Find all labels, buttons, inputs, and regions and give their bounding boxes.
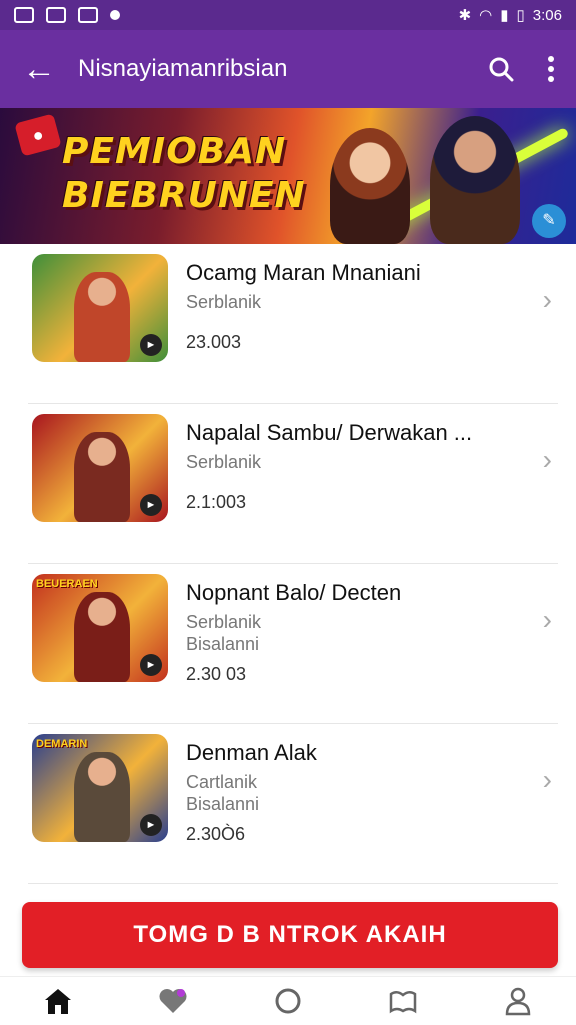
nav-profile[interactable]: [488, 977, 548, 1025]
more-menu-button[interactable]: [526, 30, 576, 108]
more-vert-icon: [548, 56, 554, 82]
item-subtitle-secondary: Bisalanni: [186, 634, 260, 654]
game-thumbnail: ►: [32, 254, 168, 362]
item-subtitle: Serblanik: [186, 452, 262, 472]
profile-icon: [506, 987, 531, 1015]
item-meta: 2.1:003: [186, 492, 247, 512]
thumbnail-caption: BEUERAEN: [36, 578, 98, 590]
cta-area: TOMG D B NTROK AKAIH: [0, 892, 576, 976]
banner-title-line1: PEMIOBAN: [62, 131, 287, 172]
search-icon: [489, 57, 514, 82]
thumbnail-figure: [74, 752, 130, 842]
hero-character-illustration: [430, 116, 520, 244]
item-subtitle: Cartlanik: [186, 772, 258, 792]
notification-dot-icon: [110, 10, 120, 20]
nav-favorites[interactable]: [143, 977, 203, 1025]
bluetooth-icon: ✱: [458, 7, 472, 24]
search-button[interactable]: [476, 30, 526, 108]
badge-icon: ●: [14, 113, 62, 157]
play-icon: ►: [140, 654, 162, 676]
app-bar: ← Nisnayiamanribsian: [0, 30, 576, 108]
chevron-right-icon: ›: [542, 764, 552, 795]
nav-home[interactable]: [28, 977, 88, 1025]
item-subtitle: Serblanik: [186, 292, 262, 312]
item-subtitle-secondary: Bisalanni: [186, 794, 260, 814]
wifi-icon: ◠: [479, 7, 493, 24]
play-icon: ►: [140, 814, 162, 836]
gallery-icon: [14, 7, 34, 23]
status-bar: ✱ ◠ ▮ ▯ 3:06: [0, 0, 576, 30]
primary-cta-button[interactable]: TOMG D B NTROK AKAIH: [22, 902, 558, 968]
status-right: ✱ ◠ ▮ ▯ 3:06: [458, 6, 562, 25]
game-thumbnail: BEUERAEN ►: [32, 574, 168, 682]
promo-banner[interactable]: ● PEMIOBAN BIEBRUNEN ✎: [0, 108, 576, 244]
item-title: Napalal Sambu/ Derwakan ...: [186, 420, 473, 445]
play-icon: ►: [140, 494, 162, 516]
item-title: Denman Alak: [186, 740, 317, 765]
battery-icon: ▯: [516, 7, 525, 24]
status-left: [14, 7, 120, 23]
list-item[interactable]: ► Ocamg Maran Mnaniani Serblanik 23.003 …: [28, 244, 558, 404]
item-meta: 2.30 03: [186, 664, 247, 684]
status-time: 3:06: [532, 6, 562, 24]
thumbnail-caption: DEMARIN: [36, 738, 88, 750]
item-title: Ocamg Maran Mnaniani: [186, 260, 421, 285]
banner-title-line2: BIEBRUNEN: [62, 175, 306, 216]
nav-library[interactable]: [373, 977, 433, 1025]
game-thumbnail: ►: [32, 414, 168, 522]
book-icon: [389, 990, 417, 1013]
list-item[interactable]: ► Napalal Sambu/ Derwakan ... Serblanik …: [28, 404, 558, 564]
chevron-right-icon: ›: [542, 604, 552, 635]
list-item[interactable]: DEMARIN ► Denman Alak Cartlanik Bisalann…: [28, 724, 558, 884]
banner-title: PEMIOBAN BIEBRUNEN: [62, 130, 306, 218]
chevron-right-icon: ›: [542, 284, 552, 315]
share-icon[interactable]: ✎: [532, 204, 566, 238]
game-list: ► Ocamg Maran Mnaniani Serblanik 23.003 …: [0, 244, 576, 892]
message-icon: [78, 7, 98, 23]
thumbnail-figure: [74, 432, 130, 522]
page-title: Nisnayiamanribsian: [78, 55, 288, 82]
circle-icon: [275, 988, 301, 1013]
back-button[interactable]: ←: [0, 30, 78, 108]
play-icon: ►: [140, 334, 162, 356]
list-item[interactable]: FUBOSK ► Rayah Permalake ›: [28, 884, 558, 892]
game-thumbnail: DEMARIN ►: [32, 734, 168, 842]
item-subtitle: Serblanik: [186, 612, 262, 632]
item-meta: 23.003: [186, 332, 242, 352]
arrow-left-icon: ←: [22, 49, 56, 88]
home-icon: [44, 988, 71, 1014]
nav-discover[interactable]: [258, 977, 318, 1025]
list-item[interactable]: BEUERAEN ► Nopnant Balo/ Decten Serblani…: [28, 564, 558, 724]
item-meta: 2.30Ò6: [186, 824, 246, 844]
hero-character-illustration: [330, 128, 410, 244]
signal-icon: ▮: [500, 7, 509, 24]
heart-icon: [159, 988, 187, 1013]
bottom-nav: [0, 976, 576, 1024]
chevron-right-icon: ›: [542, 444, 552, 475]
camera-icon: [46, 7, 66, 23]
item-title: Nopnant Balo/ Decten: [186, 580, 402, 605]
thumbnail-figure: [74, 592, 130, 682]
thumbnail-figure: [74, 272, 130, 362]
